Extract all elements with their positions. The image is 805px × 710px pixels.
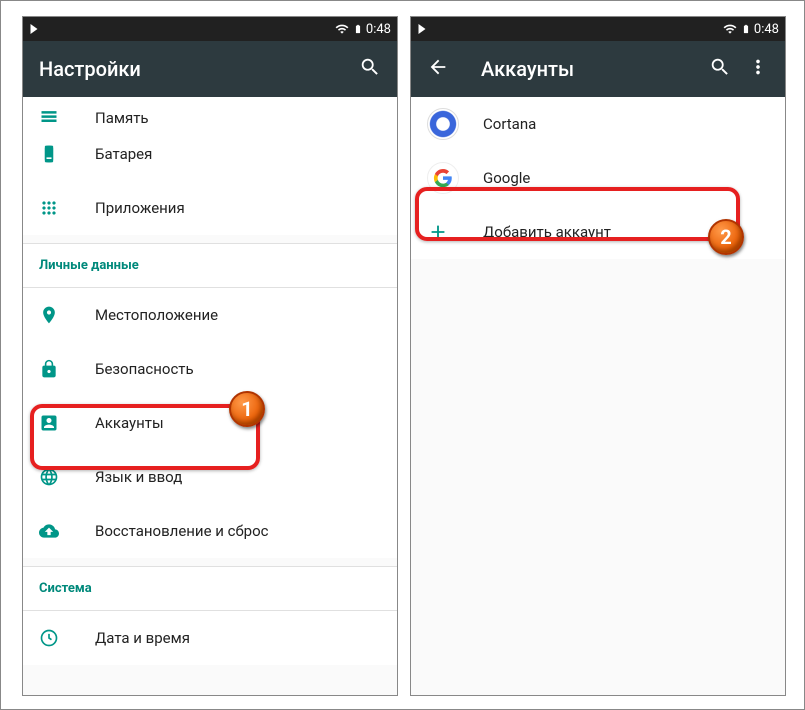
settings-item-apps[interactable]: Приложения (23, 181, 397, 235)
account-item-cortana[interactable]: Cortana (411, 97, 785, 151)
step-marker-2: 2 (708, 219, 744, 255)
google-icon (427, 162, 483, 194)
phone-screenshot-left: 0:48 Настройки Память Батарея Приложения (22, 16, 398, 696)
more-icon[interactable] (747, 56, 769, 82)
page-title: Аккаунты (481, 57, 693, 81)
settings-item-label: Аккаунты (95, 414, 164, 432)
status-bar: 0:48 (23, 17, 397, 41)
language-icon (39, 467, 95, 487)
plus-icon (427, 221, 483, 243)
play-store-icon (417, 23, 429, 35)
battery-icon (741, 21, 751, 37)
wifi-icon (334, 22, 350, 36)
settings-item-accounts[interactable]: Аккаунты (23, 396, 397, 450)
search-icon[interactable] (359, 56, 381, 82)
location-icon (39, 305, 95, 325)
app-bar-settings: Настройки (23, 41, 397, 97)
settings-item-security[interactable]: Безопасность (23, 342, 397, 396)
account-item-google[interactable]: Google (411, 151, 785, 205)
account-item-label: Добавить аккаунт (483, 223, 611, 241)
settings-item-label: Местоположение (95, 306, 218, 324)
account-item-label: Google (483, 169, 530, 187)
settings-item-label: Безопасность (95, 360, 194, 378)
memory-icon (39, 107, 95, 127)
status-time: 0:48 (754, 22, 779, 37)
back-arrow-icon[interactable] (427, 56, 449, 82)
wifi-icon (722, 22, 738, 36)
settings-item-backup[interactable]: Восстановление и сброс (23, 504, 397, 558)
backup-icon (39, 521, 95, 541)
settings-item-battery[interactable]: Батарея (23, 127, 397, 181)
section-header-personal: Личные данные (23, 243, 397, 288)
app-bar-accounts: Аккаунты (411, 41, 785, 97)
status-bar: 0:48 (411, 17, 785, 41)
settings-item-language[interactable]: Язык и ввод (23, 450, 397, 504)
accounts-list: Cortana Google Добавить аккаунт (411, 97, 785, 695)
section-header-system: Система (23, 566, 397, 611)
battery-icon (353, 21, 363, 37)
step-marker-1: 1 (229, 391, 265, 427)
account-icon (39, 413, 95, 433)
status-time: 0:48 (366, 22, 391, 37)
battery-icon (39, 144, 95, 164)
settings-item-label: Восстановление и сброс (95, 522, 268, 540)
search-icon[interactable] (709, 56, 731, 82)
clock-icon (39, 628, 95, 648)
page-title: Настройки (39, 57, 343, 81)
settings-item-location[interactable]: Местоположение (23, 288, 397, 342)
phone-screenshot-right: 0:48 Аккаунты Cortana Google (410, 16, 786, 696)
apps-icon (39, 198, 95, 218)
settings-list: Память Батарея Приложения Личные данные … (23, 97, 397, 695)
account-item-label: Cortana (483, 115, 536, 133)
settings-item-label: Дата и время (95, 629, 190, 647)
settings-item-label: Батарея (95, 145, 152, 163)
settings-item-label: Память (95, 109, 149, 127)
play-store-icon (29, 23, 41, 35)
settings-item-memory[interactable]: Память (23, 97, 397, 127)
settings-item-label: Приложения (95, 199, 185, 217)
lock-icon (39, 359, 95, 379)
settings-item-label: Язык и ввод (95, 468, 182, 486)
cortana-icon (427, 108, 483, 140)
settings-item-datetime[interactable]: Дата и время (23, 611, 397, 665)
